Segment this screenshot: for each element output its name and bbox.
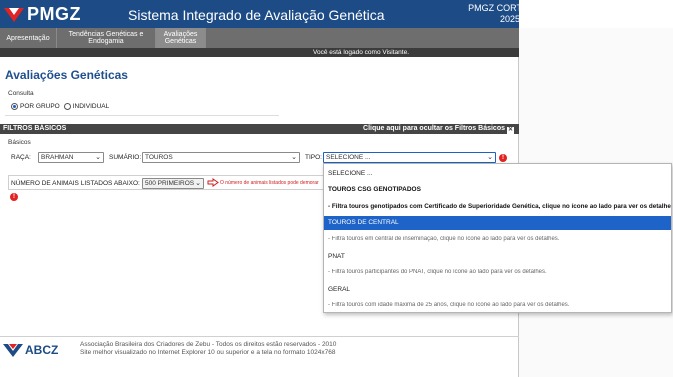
option-touros-csg-desc[interactable]: - Filtra touros genotipados com Certific…: [324, 203, 671, 210]
radio-por-grupo[interactable]: [11, 103, 18, 110]
option-touros-central[interactable]: TOUROS DE CENTRAL: [324, 216, 671, 230]
main-nav: Apresentação Tendências Genéticas e Endo…: [0, 28, 519, 48]
option-touros-csg[interactable]: TOUROS CSG GENOTIPADOS: [324, 186, 671, 193]
abcz-logo: ABCZ: [3, 343, 58, 357]
num-animais-hint: O número de animais listados pode demora…: [220, 180, 319, 186]
radio-individual-label[interactable]: INDIVIDUAL: [73, 103, 109, 110]
radio-individual[interactable]: [63, 103, 71, 110]
consulta-options: POR GRUPO INDIVIDUAL: [11, 103, 109, 110]
raca-label: RAÇA:: [11, 154, 31, 161]
option-touros-central-desc[interactable]: - Filtra touros em central de inseminaçã…: [324, 236, 671, 242]
error-icon[interactable]: !: [499, 154, 507, 162]
consulta-label: Consulta: [8, 90, 34, 97]
abcz-text: ABCZ: [25, 343, 59, 357]
chevron-down-icon: ⌄: [291, 154, 297, 161]
tab-label: Avaliações Genéticas: [163, 31, 198, 45]
radio-por-grupo-label[interactable]: POR GRUPO: [20, 103, 60, 110]
tab-label: Apresentação: [6, 34, 50, 42]
hide-filters-label: Clique aqui para ocultar os Filtros Bási…: [363, 125, 505, 132]
close-icon: ✕: [507, 127, 514, 134]
filtros-basicos-bar: FILTROS BÁSICOS Clique aqui para ocultar…: [0, 124, 519, 134]
filtros-title: FILTROS BÁSICOS: [3, 125, 67, 132]
pmgz-logo-icon: [4, 8, 24, 22]
footer-browser-note: Site melhor visualizado no Internet Expl…: [80, 349, 336, 356]
option-pnat[interactable]: PNAT: [324, 253, 671, 260]
sumario-select[interactable]: TOUROS ⌄: [142, 152, 300, 163]
tipo-label: TIPO:: [305, 154, 322, 161]
option-selecione[interactable]: SELECIONE ...: [324, 170, 671, 177]
option-pnat-desc[interactable]: - Filtra touros participantes do PNAT, c…: [324, 269, 671, 275]
logo-text: PMGZ: [27, 3, 81, 24]
footer-copyright: Associação Brasileira dos Criadores de Z…: [80, 341, 337, 348]
tipo-value: SELECIONE ...: [326, 154, 371, 161]
footer-divider: [0, 336, 519, 337]
pmgz-logo: PMGZ: [4, 4, 81, 24]
error-icon[interactable]: !: [10, 193, 18, 201]
tab-avaliacoes[interactable]: Avaliações Genéticas: [156, 28, 206, 48]
chevron-down-icon: ⌄: [195, 180, 201, 187]
tipo-dropdown-list: SELECIONE ... TOUROS CSG GENOTIPADOS - F…: [323, 163, 672, 313]
tab-tendencias[interactable]: Tendências Genéticas e Endogamia: [57, 28, 156, 48]
page-title: Avaliações Genéticas: [5, 68, 128, 82]
tab-label: Tendências Genéticas e Endogamia: [68, 31, 144, 45]
edition-line-2: 2025-2: [499, 14, 528, 24]
hide-filters-link[interactable]: Clique aqui para ocultar os Filtros Bási…: [363, 124, 514, 134]
footer-text: Associação Brasileira dos Criadores de Z…: [80, 341, 336, 357]
edition-line-1: PMGZ CORTE: [468, 3, 528, 13]
tipo-select[interactable]: SELECIONE ... ⌄: [323, 152, 496, 163]
system-title: Sistema Integrado de Avaliação Genética: [128, 7, 385, 23]
logged-status: Você está logado como Visitante.: [0, 48, 519, 57]
option-geral[interactable]: GERAL: [324, 286, 671, 293]
basicos-label: Básicos: [8, 139, 31, 146]
num-animais-value: 500 PRIMEIROS: [145, 180, 195, 187]
app-header: PMGZ Sistema Integrado de Avaliação Gené…: [0, 0, 519, 28]
num-animais-label: NÚMERO DE ANIMAIS LISTADOS ABAIXO:: [11, 180, 140, 187]
edition-label: PMGZ CORTE 2025-2: [458, 3, 528, 25]
sumario-value: TOUROS: [145, 154, 173, 161]
raca-value: BRAHMAN: [41, 154, 74, 161]
tab-apresentacao[interactable]: Apresentação: [0, 28, 57, 48]
header-extension: [519, 0, 673, 28]
num-animais-select[interactable]: 500 PRIMEIROS ⌄: [142, 178, 204, 189]
pointing-hand-icon: [207, 178, 219, 187]
chevron-down-icon: ⌄: [95, 154, 101, 161]
chevron-down-icon: ⌄: [487, 154, 493, 161]
option-geral-desc[interactable]: - Filtra touros com idade máxima de 25 a…: [324, 302, 671, 308]
consulta-group: Consulta POR GRUPO INDIVIDUAL: [5, 90, 279, 116]
abcz-logo-icon: [3, 344, 23, 357]
raca-select[interactable]: BRAHMAN ⌄: [38, 152, 104, 163]
sumario-label: SUMÁRIO:: [109, 154, 142, 161]
